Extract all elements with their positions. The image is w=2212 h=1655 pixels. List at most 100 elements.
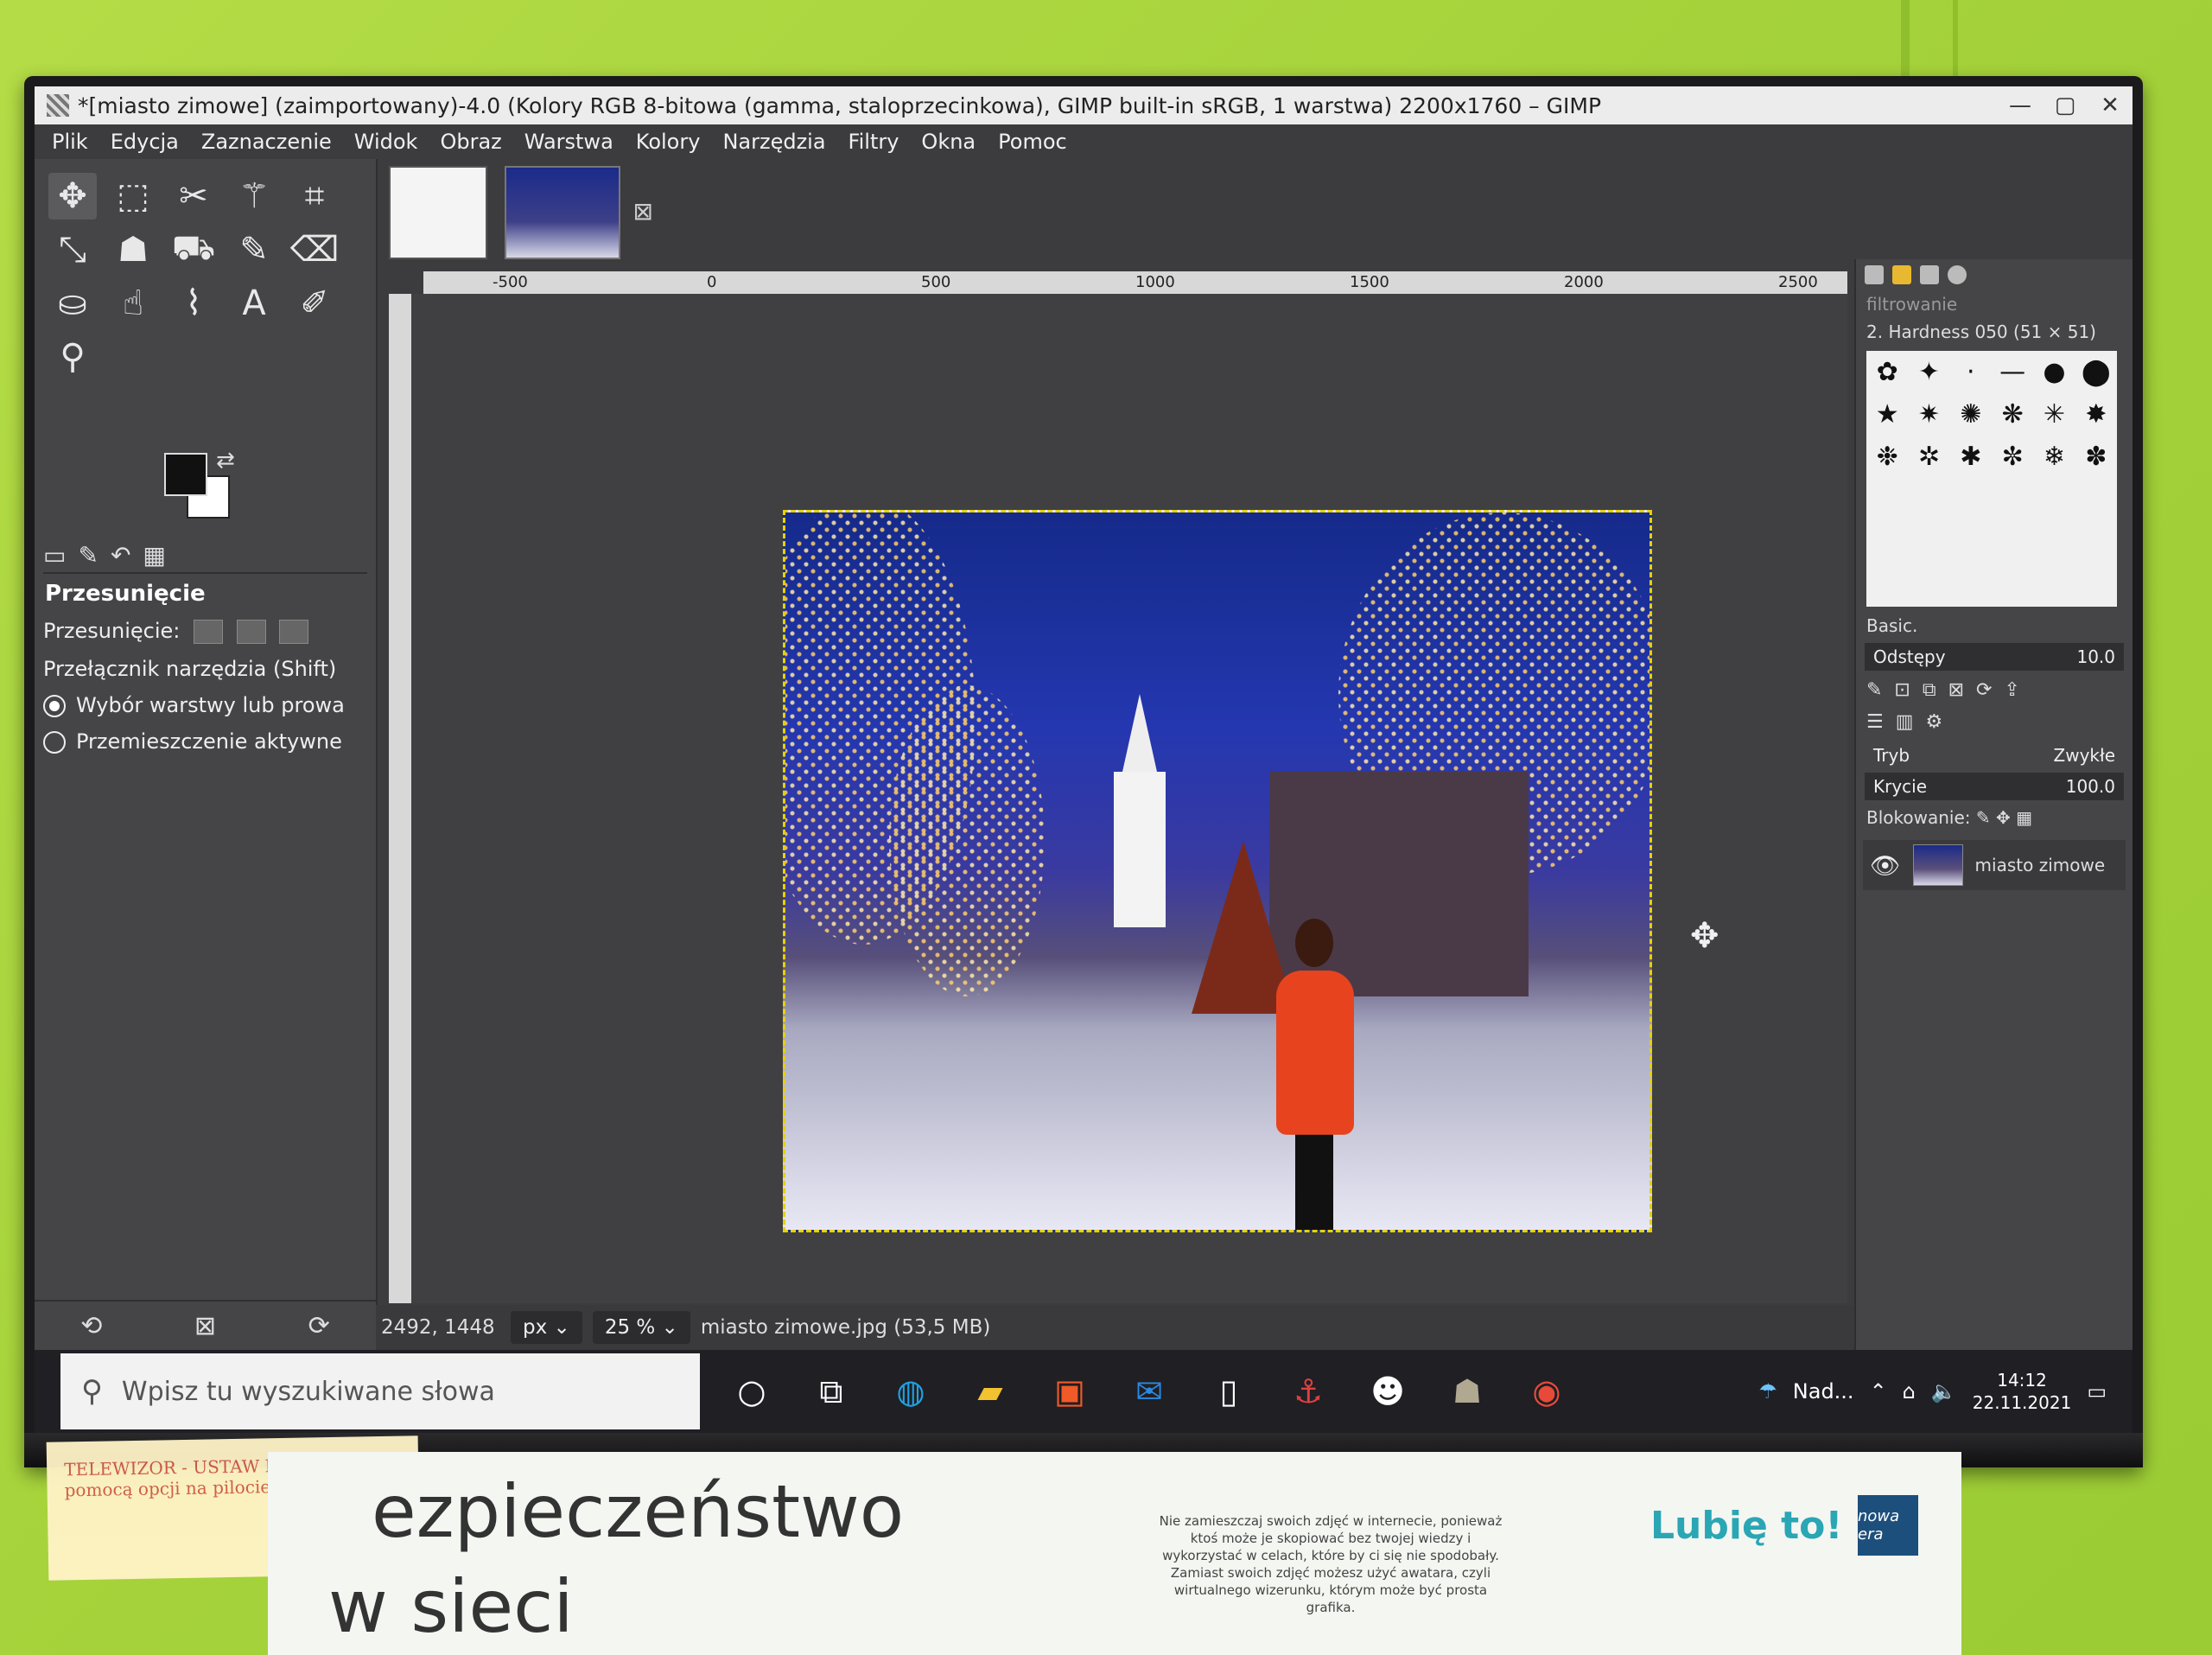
layer-row[interactable]: 👁 miasto zimowe — [1863, 840, 2126, 890]
restore-icon[interactable]: ⟲ — [80, 1311, 102, 1341]
spacing-field[interactable]: Odstępy 10.0 — [1865, 643, 2124, 671]
move-selection-button[interactable] — [236, 620, 266, 644]
patterns-tab-icon[interactable] — [1892, 265, 1911, 284]
brush-swatch[interactable]: ❉ — [1866, 436, 1908, 478]
menu-layer[interactable]: Warstwa — [524, 130, 613, 154]
device-status-tab-icon[interactable]: ✎ — [78, 541, 98, 570]
app-penguin-icon[interactable]: ☻ — [1360, 1364, 1415, 1419]
winter-town-photo[interactable] — [783, 510, 1652, 1232]
delete-icon[interactable]: ⊠ — [194, 1311, 216, 1341]
layer-name[interactable]: miasto zimowe — [1975, 855, 2106, 875]
paintbrush-icon[interactable]: ✎ — [230, 226, 278, 273]
spacing-value[interactable]: 10.0 — [2076, 646, 2115, 667]
gimp-icon[interactable]: ☗ — [1440, 1364, 1495, 1419]
store-icon[interactable]: ▣ — [1042, 1364, 1097, 1419]
paths-icon[interactable]: ⌇ — [169, 280, 218, 327]
zoom-icon[interactable]: ⚲ — [48, 334, 97, 380]
crop-icon[interactable]: ⌗ — [290, 173, 339, 220]
move-path-button[interactable] — [279, 620, 309, 644]
move-icon[interactable]: ✥ — [48, 173, 97, 220]
brush-swatch[interactable]: ✽ — [2075, 436, 2117, 478]
brush-swatch[interactable]: ✸ — [2075, 393, 2117, 436]
lock-alpha-icon[interactable]: ▦ — [2016, 807, 2032, 828]
weather-icon[interactable]: ☂ — [1758, 1379, 1777, 1404]
tray-volume-icon[interactable]: 🔈 — [1931, 1379, 1957, 1404]
color-picker-icon[interactable]: ✐ — [290, 280, 339, 327]
menu-windows[interactable]: Okna — [921, 130, 976, 154]
image-canvas[interactable]: ✥ — [411, 294, 1847, 1303]
brush-set-select[interactable]: Basic. — [1856, 612, 2133, 640]
menu-help[interactable]: Pomoc — [998, 130, 1067, 154]
visibility-eye-icon[interactable]: 👁 — [1870, 851, 1901, 880]
opacity-field[interactable]: Krycie 100.0 — [1865, 773, 2124, 800]
menu-colors[interactable]: Kolory — [636, 130, 701, 154]
brush-grid[interactable]: ✿ ✦ · — ● ⬤ ★ ✷ ✺ ❋ ✳ ✸ ❉ ✲ ✱ ✼ ❄ ✽ — [1866, 351, 2117, 607]
brush-swatch[interactable]: ✲ — [1908, 436, 1949, 478]
images-tab-icon[interactable]: ▦ — [143, 541, 165, 570]
foreground-color[interactable] — [164, 453, 207, 496]
menu-image[interactable]: Obraz — [440, 130, 501, 154]
edge-icon[interactable]: ◍ — [883, 1364, 938, 1419]
brush-swatch[interactable]: ● — [2033, 351, 2075, 393]
image-tab-winter[interactable]: ⊠ — [505, 166, 653, 259]
undo-history-tab-icon[interactable]: ↶ — [111, 541, 130, 570]
brush-swatch[interactable]: ✺ — [1950, 393, 1992, 436]
swap-colors-icon[interactable]: ⇄ — [216, 448, 235, 474]
lock-pixels-icon[interactable]: ✎ — [1976, 807, 1991, 828]
mail-icon[interactable]: ✉ — [1122, 1364, 1177, 1419]
menu-file[interactable]: Plik — [52, 130, 88, 154]
reset-icon[interactable]: ⟳ — [308, 1311, 330, 1341]
brush-swatch[interactable]: ✱ — [1950, 436, 1992, 478]
move-layer-button[interactable] — [194, 620, 223, 644]
brush-swatch[interactable]: ✳ — [2033, 393, 2075, 436]
scissors-select-icon[interactable]: ✂ — [169, 173, 218, 220]
cortana-icon[interactable]: ○ — [724, 1364, 779, 1419]
warp-icon[interactable]: ☗ — [109, 226, 157, 273]
color-swatches[interactable]: ⇄ — [164, 448, 242, 522]
bucket-fill-icon[interactable]: ⛟ — [169, 226, 218, 273]
menu-filters[interactable]: Filtry — [849, 130, 899, 154]
brush-swatch[interactable]: ✼ — [1992, 436, 2033, 478]
app-red-icon[interactable]: ⚓ — [1281, 1364, 1336, 1419]
taskbar-search-box[interactable]: ⚲ Wpisz tu wyszukiwane słowa — [60, 1353, 700, 1429]
mode-field[interactable]: Tryb Zwykłe — [1865, 742, 2124, 769]
task-view-icon[interactable]: ⧉ — [804, 1364, 859, 1419]
brush-swatch[interactable]: — — [1992, 351, 2033, 393]
close-button[interactable]: ✕ — [2088, 92, 2133, 118]
menu-view[interactable]: Widok — [354, 130, 418, 154]
fuzzy-select-icon[interactable]: ⚚ — [230, 173, 278, 220]
brush-action-icons[interactable]: ✎⊡⧉⊠⟳⇪ — [1856, 674, 2133, 706]
text-icon[interactable]: A — [230, 280, 278, 327]
menu-edit[interactable]: Edycja — [111, 130, 179, 154]
brush-swatch[interactable]: · — [1950, 351, 1992, 393]
radio-move-active-indicator[interactable] — [43, 731, 66, 754]
brush-swatch[interactable]: ⬤ — [2075, 351, 2117, 393]
menu-select[interactable]: Zaznaczenie — [201, 130, 332, 154]
chrome-icon[interactable]: ◉ — [1519, 1364, 1574, 1419]
maximize-button[interactable]: ▢ — [2043, 92, 2088, 118]
brush-swatch[interactable]: ❋ — [1992, 393, 2033, 436]
brush-swatch[interactable]: ✿ — [1866, 351, 1908, 393]
mode-value[interactable]: Zwykłe — [2054, 745, 2115, 766]
eraser-icon[interactable]: ⌫ — [290, 226, 340, 273]
image-tab-blank[interactable] — [389, 166, 487, 259]
tray-network-icon[interactable]: ⌂ — [1903, 1379, 1916, 1404]
radio-pick-layer-indicator[interactable] — [43, 695, 66, 717]
file-explorer-icon[interactable]: ▰ — [963, 1364, 1018, 1419]
weather-text[interactable]: Nad... — [1793, 1379, 1854, 1404]
layers-dock-tabs[interactable]: ☰▥⚙ — [1856, 706, 2133, 738]
rect-select-icon[interactable]: ⬚ — [109, 173, 157, 220]
tool-options-tab-icon[interactable]: ▭ — [43, 541, 66, 570]
brush-swatch[interactable]: ✷ — [1908, 393, 1949, 436]
fonts-tab-icon[interactable] — [1920, 265, 1939, 284]
notepad-icon[interactable]: ▯ — [1201, 1364, 1256, 1419]
zoom-select[interactable]: 25 % ⌄ — [592, 1311, 690, 1344]
brush-swatch[interactable]: ❄ — [2033, 436, 2075, 478]
radio-move-active[interactable]: Przemieszczenie aktywne — [43, 729, 342, 754]
brush-filter-input[interactable]: filtrowanie — [1856, 290, 2133, 318]
lock-position-icon[interactable]: ✥ — [1996, 807, 2011, 828]
brushes-tab-icon[interactable] — [1865, 265, 1884, 284]
close-tab-icon[interactable]: ⊠ — [633, 197, 653, 226]
unit-select[interactable]: px ⌄ — [511, 1311, 582, 1344]
notifications-icon[interactable]: ▭ — [2087, 1379, 2107, 1404]
